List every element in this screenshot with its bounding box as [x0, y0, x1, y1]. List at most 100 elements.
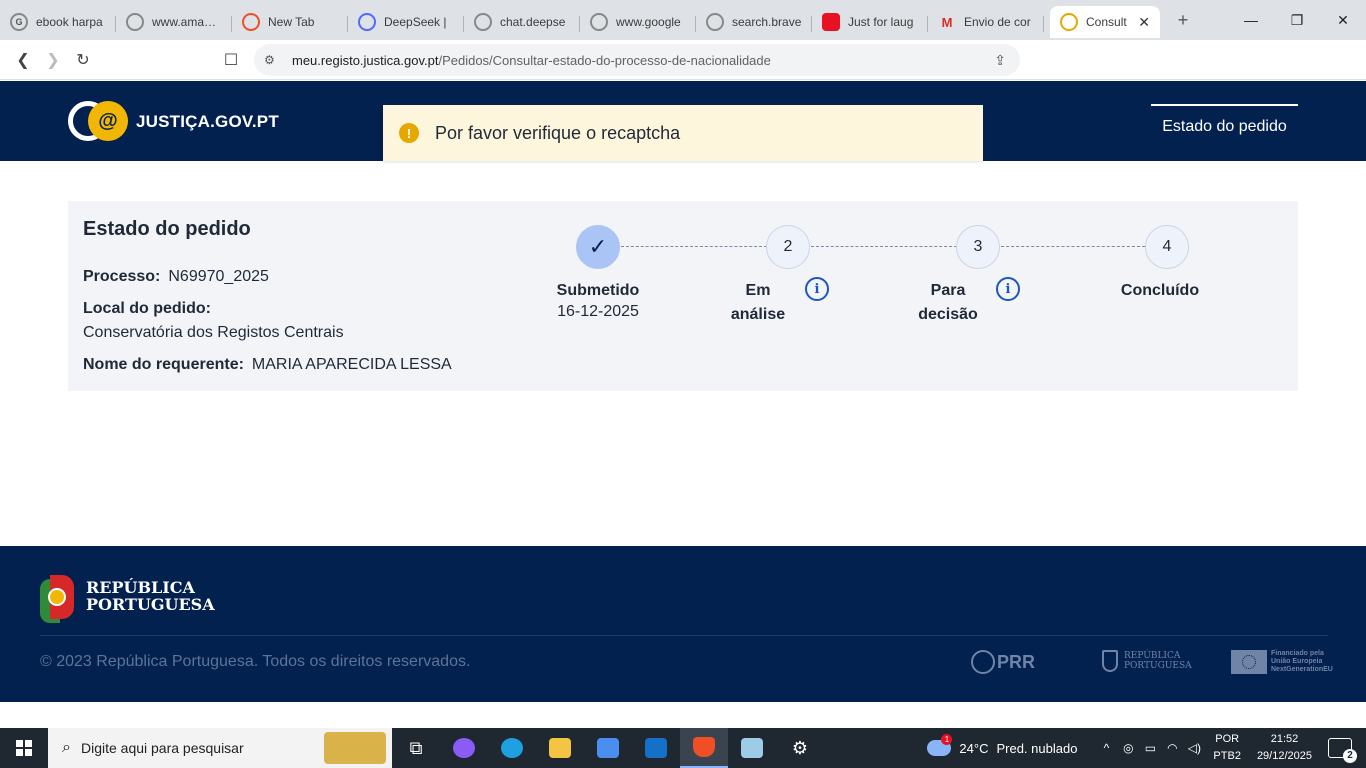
brave-icon — [242, 13, 260, 31]
eu-funding-logo: Financiado pela União Europeia NextGener… — [1231, 650, 1333, 674]
search-highlight-image — [324, 732, 386, 764]
browser-tab[interactable]: New Tab — [232, 6, 348, 38]
step-1-circle: ✓ — [576, 225, 620, 269]
republica-portuguesa-logo — [40, 575, 74, 623]
globe-icon — [706, 13, 724, 31]
processo-row: Processo: N69970_2025 — [83, 268, 269, 285]
close-window-icon[interactable]: ✕ — [1320, 12, 1366, 29]
meet-icon[interactable]: ◎ — [1117, 741, 1139, 755]
minimize-icon[interactable]: — — [1228, 12, 1274, 29]
clock[interactable]: 21:52 29/12/2025 — [1257, 731, 1312, 765]
local-label: Local do pedido: — [83, 300, 211, 317]
stepper-connector — [1001, 246, 1145, 247]
wifi-icon[interactable]: ◠ — [1161, 741, 1183, 755]
browser-tab[interactable]: DeepSeek | — [348, 6, 464, 38]
address-bar[interactable]: ⚙ meu.registo.justica.gov.pt/Pedidos/Con… — [254, 44, 1020, 76]
copyright: © 2023 República Portuguesa. Todos os di… — [40, 653, 471, 670]
globe-icon — [474, 13, 492, 31]
nome-value: MARIA APARECIDA LESSA — [251, 356, 452, 373]
status-panel: Estado do pedido Processo: N69970_2025 Lo… — [68, 201, 1298, 391]
browser-tab[interactable]: Just for laug — [812, 6, 928, 38]
stepper-connector — [621, 246, 767, 247]
footer-divider — [40, 635, 1328, 636]
browser-tab[interactable]: search.brave — [696, 6, 812, 38]
republica-small-logo: REPÚBLICA PORTUGUESA — [1102, 650, 1192, 672]
warning-icon: ! — [399, 123, 419, 143]
eu-flag-icon — [1231, 650, 1267, 674]
volume-icon[interactable]: ◁) — [1183, 741, 1205, 755]
restore-icon[interactable]: ❐ — [1274, 12, 1320, 29]
logo-mark: @ — [68, 101, 130, 143]
justica-icon — [1060, 13, 1078, 31]
brave-taskbar-icon[interactable] — [680, 728, 728, 768]
step-3-circle: 3 — [956, 225, 1000, 269]
browser-tab-active[interactable]: Consult ✕ — [1050, 6, 1160, 38]
nav-estado-do-pedido[interactable]: Estado do pedido — [1151, 104, 1298, 161]
system-tray: 1 24°C Pred. nublado ^ ◎ ▭ ◠ ◁) POR PTB2… — [927, 728, 1366, 768]
share-icon[interactable]: ⇪ — [994, 52, 1006, 69]
battery-icon[interactable]: ▭ — [1139, 741, 1161, 755]
settings-icon[interactable]: ⚙ — [776, 728, 824, 768]
windows-taskbar: ⌕ Digite aqui para pesquisar ⧉ ⚙ 1 24°C … — [0, 728, 1366, 768]
store-icon[interactable] — [584, 728, 632, 768]
shield-icon — [1102, 650, 1118, 672]
notification-icon[interactable]: 2 — [1328, 738, 1357, 763]
back-icon[interactable]: ❮ — [8, 50, 38, 70]
forward-icon[interactable]: ❯ — [38, 50, 68, 70]
globe-icon — [590, 13, 608, 31]
youtube-icon — [822, 13, 840, 31]
stepper-connector — [811, 246, 957, 247]
outlook-icon[interactable] — [632, 728, 680, 768]
weather-widget[interactable]: 1 24°C Pred. nublado — [927, 734, 1077, 756]
windows-icon — [16, 740, 32, 756]
chevron-up-icon[interactable]: ^ — [1095, 741, 1117, 755]
close-tab-icon[interactable]: ✕ — [1138, 14, 1150, 31]
browser-toolbar: ❮ ❯ ↻ ☐ ⚙ meu.registo.justica.gov.pt/Ped… — [0, 40, 1366, 109]
bookmark-icon[interactable]: ☐ — [216, 50, 246, 70]
panel-title: Estado do pedido — [83, 218, 251, 240]
globe-icon — [126, 13, 144, 31]
check-icon: ✓ — [588, 234, 608, 259]
step-2-info-icon[interactable]: i — [805, 277, 829, 301]
nome-row: Nome do requerente: MARIA APARECIDA LESSA — [83, 356, 452, 373]
deepseek-icon — [358, 13, 376, 31]
alert-message: Por favor verifique o recaptcha — [435, 122, 681, 143]
start-button[interactable] — [0, 728, 48, 768]
step-2-label: Em análise — [730, 282, 786, 323]
url-text[interactable]: meu.registo.justica.gov.pt/Pedidos/Consu… — [292, 53, 771, 68]
notepad-icon[interactable] — [728, 728, 776, 768]
language-indicator[interactable]: POR PTB2 — [1213, 731, 1241, 765]
file-explorer-icon[interactable] — [536, 728, 584, 768]
step-1-date: 16-12-2025 — [557, 303, 639, 320]
browser-tab[interactable]: Gebook harpa — [0, 6, 116, 38]
browser-tab[interactable]: chat.deepse — [464, 6, 580, 38]
new-tab-button[interactable]: + — [1168, 10, 1198, 31]
site-footer: REPÚBLICA PORTUGUESA © 2023 República Po… — [0, 546, 1366, 702]
processo-value: N69970_2025 — [168, 268, 269, 285]
step-3-label: Para decisão — [918, 282, 978, 323]
task-view-icon[interactable]: ⧉ — [392, 728, 440, 768]
site-settings-icon[interactable]: ⚙ — [264, 53, 284, 67]
step-4-circle: 4 — [1145, 225, 1189, 269]
browser-tab[interactable]: M Envio de cor — [928, 6, 1044, 38]
step-2-circle: 2 — [766, 225, 810, 269]
browser-tab-strip: Gebook harpa www.amazon New Tab DeepSeek… — [0, 0, 1366, 40]
step-3-info-icon[interactable]: i — [996, 277, 1020, 301]
recaptcha-alert: ! Por favor verifique o recaptcha — [383, 105, 983, 161]
justica-logo[interactable]: @ JUSTIÇA.GOV.PT — [68, 101, 279, 143]
taskbar-search[interactable]: ⌕ Digite aqui para pesquisar — [48, 728, 392, 768]
google-icon: G — [10, 13, 28, 31]
prr-logo: PRR — [971, 650, 1035, 674]
cloud-icon: 1 — [927, 734, 953, 756]
step-4-label: Concluído — [1120, 282, 1200, 299]
gmail-icon: M — [941, 14, 953, 30]
step-1-label: Submetido — [556, 282, 640, 299]
local-value: Conservatória dos Registos Centrais — [83, 324, 344, 341]
browser-tab[interactable]: www.amazon — [116, 6, 232, 38]
browser-tab[interactable]: www.google — [580, 6, 696, 38]
prr-icon — [971, 650, 995, 674]
republica-text: REPÚBLICA PORTUGUESA — [86, 578, 215, 614]
edge-icon[interactable] — [488, 728, 536, 768]
reload-icon[interactable]: ↻ — [68, 50, 98, 70]
copilot-icon[interactable] — [440, 728, 488, 768]
